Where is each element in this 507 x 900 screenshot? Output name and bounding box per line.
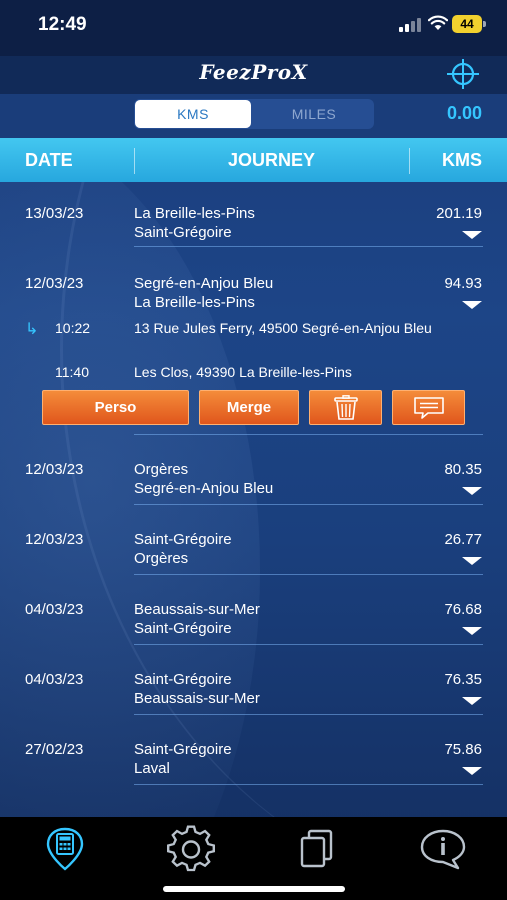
wifi-icon xyxy=(428,15,448,30)
journey-from: Saint-Grégoire xyxy=(134,671,232,688)
journey-row[interactable]: 04/03/23 Beaussais-sur-Mer Saint-Grégoir… xyxy=(0,575,507,645)
chevron-down-icon[interactable] xyxy=(462,231,482,239)
journey-kms: 76.68 xyxy=(444,601,482,618)
delete-button[interactable] xyxy=(309,390,382,425)
row-divider xyxy=(134,246,483,247)
unit-bar: KMS MILES 0.00 xyxy=(0,94,507,138)
journey-from: La Breille-les-Pins xyxy=(134,205,255,222)
journey-row[interactable]: 27/02/23 Saint-Grégoire Laval 75.86 xyxy=(0,715,507,785)
column-header: DATE JOURNEY KMS xyxy=(0,138,507,182)
journey-to: Beaussais-sur-Mer xyxy=(134,690,260,707)
journey-from: Saint-Grégoire xyxy=(134,531,232,548)
column-divider xyxy=(409,148,410,174)
miles-toggle-button[interactable]: MILES xyxy=(256,100,372,128)
journey-kms: 76.35 xyxy=(444,671,482,688)
chevron-down-icon[interactable] xyxy=(462,697,482,705)
journey-date: 12/03/23 xyxy=(25,461,84,478)
journey-to: Saint-Grégoire xyxy=(134,620,232,637)
stop-time: 10:22 xyxy=(55,320,91,336)
journey-column-header: JOURNEY xyxy=(227,150,316,170)
journey-date: 12/03/23 xyxy=(25,275,84,292)
chevron-down-icon[interactable] xyxy=(462,301,482,309)
chevron-down-icon[interactable] xyxy=(462,767,482,775)
journey-list: 13/03/23 La Breille-les-Pins Saint-Grégo… xyxy=(0,182,507,817)
journey-to: Saint-Grégoire xyxy=(134,224,232,241)
chevron-down-icon[interactable] xyxy=(462,557,482,565)
trash-icon xyxy=(333,395,358,420)
journey-kms: 75.86 xyxy=(444,741,482,758)
journey-row[interactable]: 12/03/23 Saint-Grégoire Orgères 26.77 xyxy=(0,505,507,575)
cellular-signal-icon xyxy=(399,18,423,32)
journey-to: Segré-en-Anjou Bleu xyxy=(134,480,274,497)
journey-from: Segré-en-Anjou Bleu xyxy=(134,275,274,292)
tab-copy[interactable] xyxy=(293,825,343,875)
journey-to: Laval xyxy=(134,760,170,777)
journey-kms: 94.93 xyxy=(444,275,482,292)
stop-time: 11:40 xyxy=(55,364,89,380)
info-bubble-icon xyxy=(420,829,466,870)
journey-row-expanded[interactable]: 12/03/23 Segré-en-Anjou Bleu La Breille-… xyxy=(0,252,507,436)
chevron-down-icon[interactable] xyxy=(462,487,482,495)
journey-from: Beaussais-sur-Mer xyxy=(134,601,260,618)
tab-journeys[interactable] xyxy=(40,825,90,875)
copy-icon xyxy=(300,829,333,868)
merge-button[interactable]: Merge xyxy=(199,390,299,425)
journey-from: Orgères xyxy=(134,461,189,478)
journey-date: 04/03/23 xyxy=(25,601,84,618)
total-distance: 0.00 xyxy=(446,103,482,123)
journey-date: 04/03/23 xyxy=(25,671,84,688)
app-logo: FeezProX xyxy=(199,60,308,84)
journey-to: La Breille-les-Pins xyxy=(134,294,255,311)
gear-icon xyxy=(167,825,215,872)
title-bar: FeezProX xyxy=(0,56,507,94)
journey-row[interactable]: 13/03/23 La Breille-les-Pins Saint-Grégo… xyxy=(0,182,507,252)
row-divider xyxy=(134,784,483,785)
journey-date: 12/03/23 xyxy=(25,531,84,548)
return-arrow-icon: ↳ xyxy=(25,321,39,338)
stop-address: 13 Rue Jules Ferry, 49500 Segré-en-Anjou… xyxy=(134,320,432,336)
home-indicator xyxy=(163,886,345,892)
journey-row[interactable]: 04/03/23 Saint-Grégoire Beaussais-sur-Me… xyxy=(0,645,507,715)
journey-kms: 26.77 xyxy=(444,531,482,548)
kms-toggle-button[interactable]: KMS xyxy=(135,100,251,128)
status-time: 12:49 xyxy=(38,14,87,35)
journey-kms: 201.19 xyxy=(436,205,482,222)
journey-from: Saint-Grégoire xyxy=(134,741,232,758)
journey-to: Orgères xyxy=(134,550,189,567)
chevron-down-icon[interactable] xyxy=(462,627,482,635)
tab-info[interactable] xyxy=(418,825,468,875)
stop-address: Les Clos, 49390 La Breille-les-Pins xyxy=(134,364,352,380)
comment-icon xyxy=(413,397,444,419)
journey-date: 27/02/23 xyxy=(25,741,84,758)
kms-column-header: KMS xyxy=(442,150,482,170)
unit-segmented-control: KMS MILES xyxy=(134,99,374,129)
tab-settings[interactable] xyxy=(166,825,216,875)
perso-button[interactable]: Perso xyxy=(42,390,189,425)
crosshair-location-icon[interactable] xyxy=(445,58,481,90)
journey-date: 13/03/23 xyxy=(25,205,84,222)
status-bar: 12:49 44 xyxy=(0,0,507,56)
journey-row[interactable]: 12/03/23 Orgères Segré-en-Anjou Bleu 80.… xyxy=(0,435,507,505)
calculator-location-icon xyxy=(46,827,84,871)
journey-kms: 80.35 xyxy=(444,461,482,478)
battery-indicator: 44 xyxy=(452,15,486,33)
comment-button[interactable] xyxy=(392,390,465,425)
